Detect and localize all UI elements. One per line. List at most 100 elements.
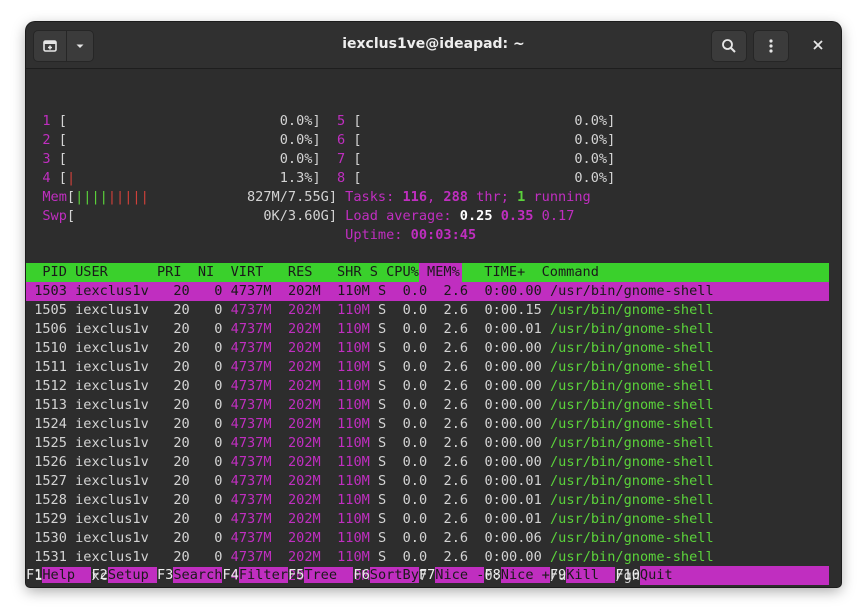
fkey-f10[interactable]: F10Quit [615,566,829,585]
fkey-f6[interactable]: F6SortBy [353,567,419,583]
cell-spacer [272,416,288,432]
cell-spacer [67,435,75,451]
fkey-label: Tree [304,567,354,583]
command-cell: /usr/bin/gnome-shell [549,302,714,318]
cell-spacer [26,530,34,546]
table-row[interactable]: 1503 iexclus1v 20 0 4737M 202M 110M S 0.… [26,282,713,301]
command-cell: /usr/bin/gnome-shell [549,416,714,432]
cell-spacer [190,435,215,451]
cpu-cell: 0.0 [402,359,428,375]
load-5min: 0.35 [500,208,534,224]
mem-cell: 2.6 [443,511,469,527]
menu-button[interactable] [753,30,789,62]
cell-spacer [370,549,378,565]
close-button[interactable] [804,30,832,60]
table-row[interactable]: 1526 iexclus1v 20 0 4737M 202M 110M S 0.… [26,453,713,472]
meter-bracket: [ [58,170,67,186]
pid-cell: 1510 [34,340,67,356]
table-row[interactable]: 1529 iexclus1v 20 0 4737M 202M 110M S 0.… [26,510,713,529]
state-cell: S [378,321,387,337]
mem-cell: 2.6 [443,283,469,299]
fkey-f1[interactable]: F1Help [26,567,92,583]
priority-cell: 20 [173,435,190,451]
table-row[interactable]: 1506 iexclus1v 20 0 4737M 202M 110M S 0.… [26,320,713,339]
mem-cell: 2.6 [443,397,469,413]
state-cell: S [378,302,387,318]
meter-bracket: ] [607,113,616,129]
cell-spacer [222,283,230,299]
time-cell: 0:00.00 [484,435,542,451]
res-cell: 202M [287,530,321,546]
virt-cell: 4737M [230,511,272,527]
table-row[interactable]: 1505 iexclus1v 20 0 4737M 202M 110M S 0.… [26,301,714,320]
cell-spacer [272,454,288,470]
command-cell: /usr/bin/gnome-shell [549,359,714,375]
fkey-f7[interactable]: F7Nice - [419,567,485,583]
cell-spacer [149,283,174,299]
cpu-cell: 0.0 [402,549,428,565]
cell-spacer [272,530,288,546]
cell-spacer [542,435,550,451]
cell-spacer [67,511,75,527]
meter-bracket: [ [353,113,362,129]
cell-spacer [222,397,230,413]
meter-bracket: ] [607,170,616,186]
time-cell: 0:00.00 [484,416,542,432]
table-row[interactable]: 1512 iexclus1v 20 0 4737M 202M 110M S 0.… [26,377,713,396]
search-button[interactable] [711,30,747,62]
virt-cell: 4737M [230,302,272,318]
fkey-f3[interactable]: F3Search [157,567,223,583]
cell-spacer [26,473,34,489]
res-cell: 202M [287,321,321,337]
meter-bracket: ] [312,151,321,167]
virt-cell: 4737M [230,378,272,394]
cpu-meter-8: 8 [ 0.0%] [321,169,616,188]
table-row[interactable]: 1531 iexclus1v 20 0 4737M 202M 110M S 0.… [26,548,713,567]
fkey-f2[interactable]: F2Setup [91,567,157,583]
shr-cell: 110M [337,454,370,470]
user-cell: iexclus1v [75,302,149,318]
cell-spacer [149,378,174,394]
table-row[interactable]: 1528 iexclus1v 20 0 4737M 202M 110M S 0.… [26,491,713,510]
state-cell: S [378,397,387,413]
table-row[interactable]: 1530 iexclus1v 20 0 4737M 202M 110M S 0.… [26,529,713,548]
res-cell: 202M [287,416,321,432]
memory-cache-bar: ||||| [107,189,149,205]
cell-spacer [321,435,337,451]
cell-spacer [67,283,75,299]
fkey-number: F6 [353,567,370,583]
terminal-content[interactable]: 1 [ 0.0%] 2 [ 0.0%] 3 [ 0.0%] 4 [| 1.3%]… [26,69,841,587]
cell-spacer [272,340,288,356]
fkey-f4[interactable]: F4Filter [222,567,288,583]
cell-spacer [26,435,34,451]
cell-spacer [427,321,443,337]
cell-spacer [321,340,337,356]
table-row[interactable]: 1513 iexclus1v 20 0 4737M 202M 110M S 0.… [26,396,713,415]
table-row[interactable]: 1527 iexclus1v 20 0 4737M 202M 110M S 0.… [26,472,713,491]
cell-spacer [222,302,230,318]
table-row[interactable]: 1511 iexclus1v 20 0 4737M 202M 110M S 0.… [26,358,714,377]
table-row[interactable]: 1510 iexclus1v 20 0 4737M 202M 110M S 0.… [26,339,713,358]
table-row[interactable]: 1524 iexclus1v 20 0 4737M 202M 110M S 0.… [26,415,714,434]
user-cell: iexclus1v [75,435,149,451]
cell-spacer [386,435,402,451]
cell-spacer [386,416,402,432]
cell-spacer [149,340,174,356]
cpu-meter-7: 7 [ 0.0%] [321,150,615,169]
res-cell: 202M [287,454,321,470]
cell-spacer [190,454,215,470]
shr-cell: 110M [337,283,370,299]
fkey-f9[interactable]: F9Kill [549,567,616,583]
fkey-number: F9 [549,567,567,583]
fkey-label: Help [42,567,92,583]
fkey-f5[interactable]: F5Tree [288,567,354,583]
table-row[interactable]: 1525 iexclus1v 20 0 4737M 202M 110M S 0.… [26,434,713,453]
user-cell: iexclus1v [75,378,149,394]
cell-spacer [149,302,174,318]
cell-spacer [468,359,484,375]
cpu-value: 0.0% [574,113,608,129]
cell-spacer [321,378,337,394]
threads-count: 288 [443,189,468,205]
pid-cell: 1503 [34,283,67,299]
fkey-f8[interactable]: F8Nice + [484,567,550,583]
